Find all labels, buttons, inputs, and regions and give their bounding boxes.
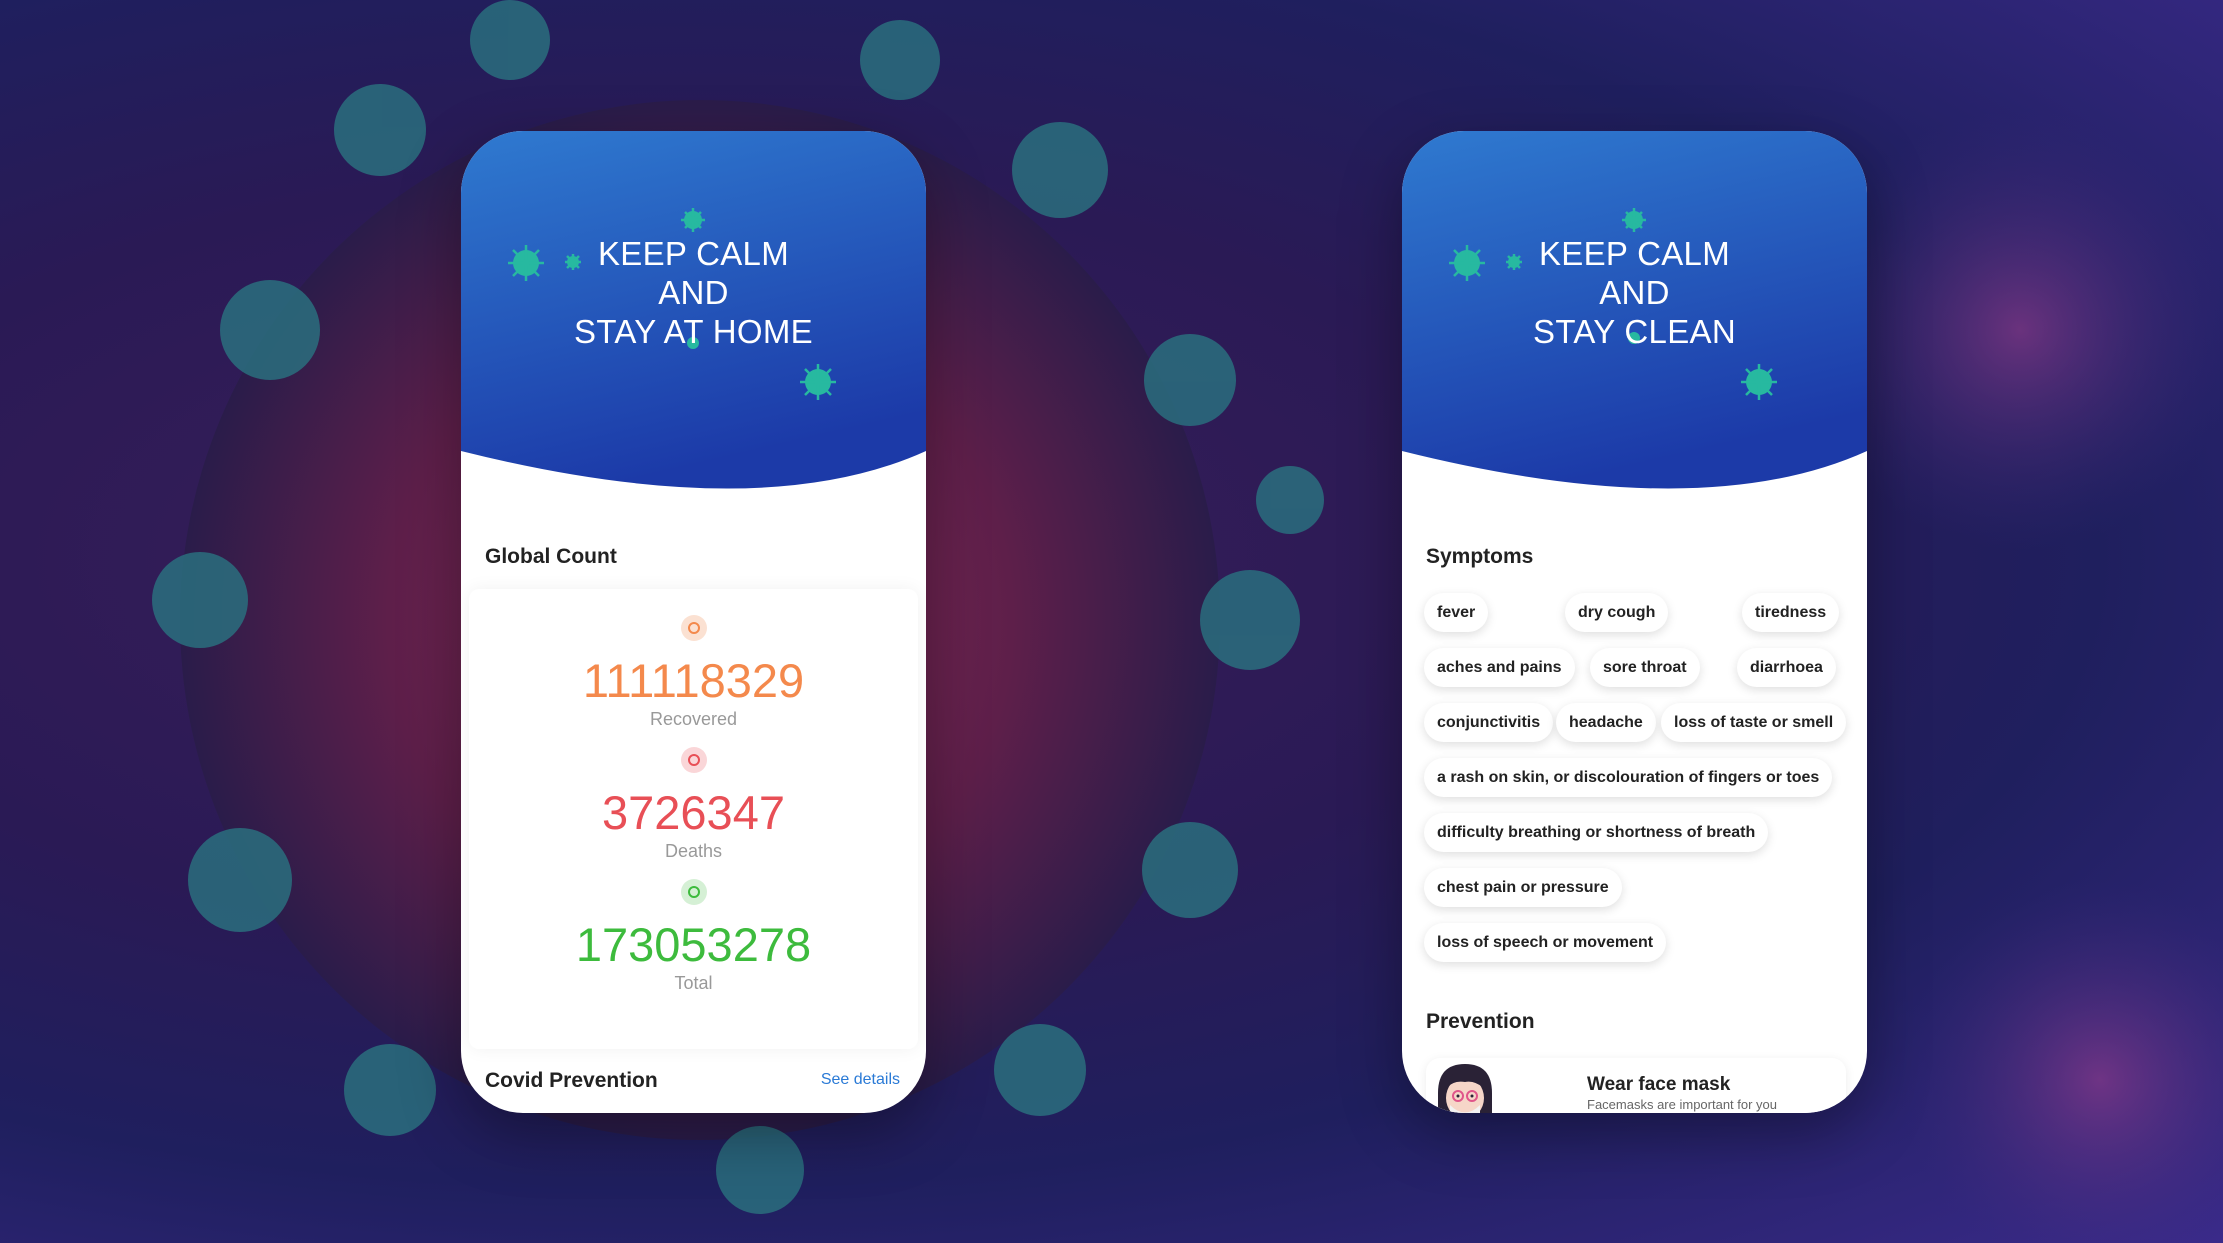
recovered-indicator-icon: [680, 615, 707, 641]
avatar-girl-mask-icon: [1438, 1064, 1492, 1113]
headline-line-2: AND: [1599, 274, 1670, 311]
total-value: 173053278: [575, 918, 812, 971]
symptom-chip[interactable]: difficulty breathing or shortness of bre…: [1424, 813, 1769, 852]
prevention-item-subtitle: Facemasks are important for you: [1587, 1097, 1778, 1112]
symptom-chip[interactable]: loss of taste or smell: [1661, 703, 1847, 742]
deaths-value: 3726347: [602, 786, 785, 839]
phone-screen-symptoms: KEEP CALM AND STAY CLEAN Symptoms fever …: [1402, 131, 1867, 1113]
headline: KEEP CALM AND STAY AT HOME: [461, 234, 926, 351]
prevention-title: Prevention: [1426, 1010, 1535, 1033]
recovered-label: Recovered: [649, 709, 738, 729]
symptom-chip[interactable]: conjunctivitis: [1424, 703, 1554, 742]
symptoms-chip-list: fever dry cough tiredness aches and pain…: [1424, 593, 1854, 978]
chip-row: conjunctivitis headache loss of taste or…: [1424, 703, 1854, 758]
header-banner: KEEP CALM AND STAY AT HOME: [461, 131, 926, 501]
coronavirus-background-image: [152, 0, 2223, 1243]
headline-line-2: AND: [658, 274, 729, 311]
see-details-link[interactable]: See details: [821, 1071, 900, 1089]
symptom-chip[interactable]: chest pain or pressure: [1424, 868, 1622, 907]
global-count-title: Global Count: [485, 545, 617, 568]
total-label: Total: [674, 973, 713, 993]
chip-row: aches and pains sore throat diarrhoea: [1424, 648, 1854, 703]
headline-line-3: STAY AT HOME: [574, 313, 813, 350]
deaths-label: Deaths: [664, 841, 723, 861]
total-indicator-icon: [680, 879, 707, 905]
prevention-item-title: Wear face mask: [1587, 1074, 1731, 1095]
chip-row: fever dry cough tiredness: [1424, 593, 1854, 648]
deaths-indicator-icon: [680, 747, 707, 773]
headline-line-1: KEEP CALM: [1539, 235, 1730, 272]
symptom-chip[interactable]: diarrhoea: [1737, 648, 1836, 687]
symptom-chip[interactable]: dry cough: [1565, 593, 1669, 632]
header-banner: KEEP CALM AND STAY CLEAN: [1402, 131, 1867, 501]
phone-screen-home: KEEP CALM AND STAY AT HOME Global Count …: [461, 131, 926, 1113]
headline-line-3: STAY CLEAN: [1533, 313, 1736, 350]
prevention-card-face-mask[interactable]: Wear face mask Facemasks are important f…: [1426, 1058, 1846, 1113]
chip-row: a rash on skin, or discolouration of fin…: [1424, 758, 1854, 813]
headline: KEEP CALM AND STAY CLEAN: [1402, 234, 1867, 351]
symptom-chip[interactable]: fever: [1424, 593, 1489, 632]
symptom-chip[interactable]: a rash on skin, or discolouration of fin…: [1424, 758, 1833, 797]
symptom-chip[interactable]: aches and pains: [1424, 648, 1575, 687]
symptoms-title: Symptoms: [1426, 545, 1534, 568]
chip-row: chest pain or pressure: [1424, 868, 1854, 923]
symptom-chip[interactable]: tiredness: [1742, 593, 1840, 632]
stat-deaths: 3726347 Deaths: [469, 747, 918, 862]
chip-row: difficulty breathing or shortness of bre…: [1424, 813, 1854, 868]
symptom-chip[interactable]: loss of speech or movement: [1424, 923, 1667, 962]
global-count-card: 111118329 Recovered 3726347 Deaths 17305…: [469, 589, 918, 1049]
symptom-chip[interactable]: headache: [1556, 703, 1656, 742]
recovered-value: 111118329: [582, 654, 805, 707]
stat-total: 173053278 Total: [469, 879, 918, 994]
stat-recovered: 111118329 Recovered: [469, 615, 918, 730]
covid-prevention-title: Covid Prevention: [485, 1069, 658, 1092]
symptom-chip[interactable]: sore throat: [1590, 648, 1700, 687]
headline-line-1: KEEP CALM: [598, 235, 789, 272]
chip-row: loss of speech or movement: [1424, 923, 1854, 978]
